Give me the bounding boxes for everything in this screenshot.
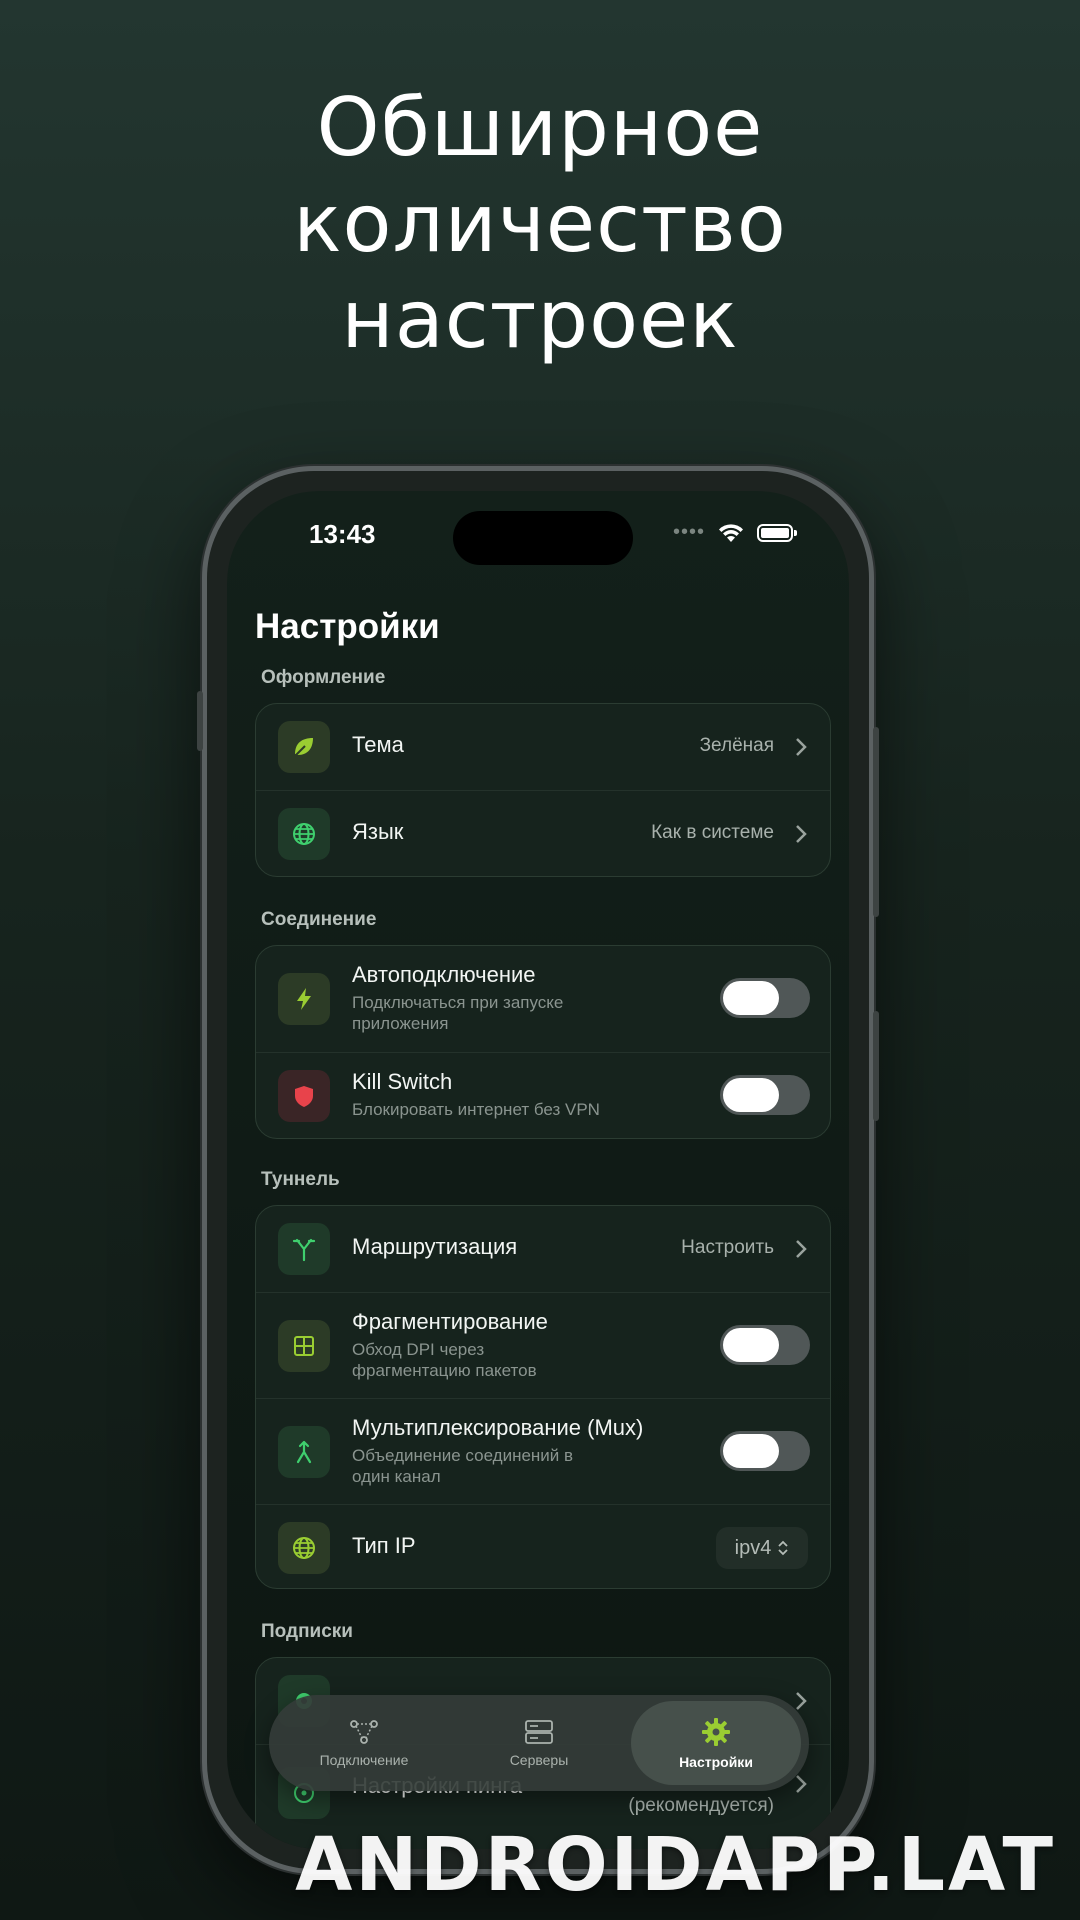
- card-connection: Автоподключение Подключаться при запуске…: [255, 945, 831, 1139]
- row-subtitle: Объединение соединений в один канал: [352, 1446, 574, 1486]
- tab-bar: Подключение Серверы Настройки: [269, 1695, 809, 1791]
- battery-icon: [757, 523, 797, 542]
- watermark: ANDROIDAPP.LAT: [295, 1822, 1056, 1908]
- headline: Обширное количество настроек: [0, 80, 1080, 368]
- signal-dots: ••••: [672, 521, 705, 543]
- headline-line-3: настроек: [341, 273, 739, 366]
- row-title: Фрагментирование: [352, 1309, 548, 1334]
- gear-icon: [702, 1718, 730, 1746]
- phone-power-button: [873, 727, 879, 917]
- row-subtitle: Подключаться при запуске приложения: [352, 993, 564, 1033]
- settings-row-autoconnect: Автоподключение Подключаться при запуске…: [256, 946, 830, 1053]
- ip-type-value: ipv4: [734, 1536, 772, 1559]
- phone-side-button: [197, 691, 203, 751]
- chevron-right-icon: [796, 825, 807, 843]
- headline-line-1: Обширное: [316, 81, 764, 174]
- shield-icon: [278, 1070, 330, 1122]
- globe-icon: [278, 808, 330, 860]
- chevron-right-icon: [796, 738, 807, 756]
- up-down-chevron-icon: [778, 1540, 788, 1556]
- grid-icon: [278, 1320, 330, 1372]
- row-value: Как в системе: [651, 822, 774, 843]
- section-label-appearance: Оформление: [261, 667, 386, 688]
- phone-frame: 13:43 •••• Настройки Оформление Тема Зел…: [197, 466, 879, 1874]
- leaf-icon: [278, 721, 330, 773]
- row-title: Мультиплексирование (Mux): [352, 1415, 644, 1440]
- section-label-subscriptions: Подписки: [261, 1621, 353, 1642]
- section-label-connection: Соединение: [261, 909, 377, 930]
- kill-switch-toggle[interactable]: [720, 1075, 810, 1115]
- row-title: Автоподключение: [352, 962, 536, 987]
- row-title: Kill Switch: [352, 1069, 453, 1094]
- settings-row-ip-type: Тип IP ipv4: [256, 1505, 830, 1588]
- row-title: Язык: [352, 819, 404, 844]
- status-icons: ••••: [672, 521, 797, 544]
- card-tunnel: Маршрутизация Настроить Фрагментирование…: [255, 1205, 831, 1589]
- nodes-icon: [350, 1720, 378, 1744]
- row-subtitle: Блокировать интернет без VPN: [352, 1100, 600, 1119]
- page-title: Настройки: [255, 607, 440, 646]
- tab-connection[interactable]: Подключение: [289, 1695, 439, 1791]
- settings-row-routing[interactable]: Маршрутизация Настроить: [256, 1206, 830, 1293]
- route-split-icon: [278, 1223, 330, 1275]
- row-title: Тип IP: [352, 1533, 416, 1558]
- dynamic-island: [453, 511, 633, 565]
- ip-type-select[interactable]: ipv4: [716, 1527, 808, 1569]
- globe-icon: [278, 1522, 330, 1574]
- card-appearance: Тема Зелёная Язык Как в системе: [255, 703, 831, 877]
- phone-screen: 13:43 •••• Настройки Оформление Тема Зел…: [227, 491, 849, 1849]
- chevron-right-icon: [796, 1240, 807, 1258]
- wifi-icon: [719, 523, 743, 542]
- settings-row-mux: Мультиплексирование (Mux) Объединение со…: [256, 1399, 830, 1505]
- phone-side-button-lower: [873, 1011, 879, 1121]
- settings-row-fragmentation: Фрагментирование Обход DPI через фрагмен…: [256, 1293, 830, 1399]
- row-title: Маршрутизация: [352, 1234, 518, 1259]
- settings-row-theme[interactable]: Тема Зелёная: [256, 704, 830, 791]
- tab-label: Серверы: [509, 1752, 569, 1768]
- server-icon: [525, 1720, 553, 1744]
- chevron-right-icon: [796, 1692, 807, 1710]
- row-value: Настроить: [681, 1237, 774, 1258]
- tab-settings[interactable]: Настройки: [631, 1701, 801, 1785]
- tab-servers[interactable]: Серверы: [464, 1695, 614, 1791]
- row-value: (рекомендуется): [628, 1795, 774, 1816]
- status-time: 13:43: [309, 519, 376, 549]
- tab-label: Настройки: [679, 1754, 753, 1770]
- tab-label: Подключение: [319, 1752, 409, 1768]
- row-value: Зелёная: [699, 735, 774, 756]
- autoconnect-toggle[interactable]: [720, 978, 810, 1018]
- row-title: Тема: [352, 732, 404, 757]
- mux-toggle[interactable]: [720, 1431, 810, 1471]
- section-label-tunnel: Туннель: [261, 1169, 340, 1190]
- settings-row-kill-switch: Kill Switch Блокировать интернет без VPN: [256, 1053, 830, 1138]
- row-subtitle: Обход DPI через фрагментацию пакетов: [352, 1340, 537, 1380]
- settings-row-language[interactable]: Язык Как в системе: [256, 791, 830, 876]
- fragmentation-toggle[interactable]: [720, 1325, 810, 1365]
- merge-icon: [278, 1426, 330, 1478]
- bolt-icon: [278, 973, 330, 1025]
- chevron-right-icon: [796, 1775, 807, 1793]
- headline-line-2: количество: [293, 177, 787, 270]
